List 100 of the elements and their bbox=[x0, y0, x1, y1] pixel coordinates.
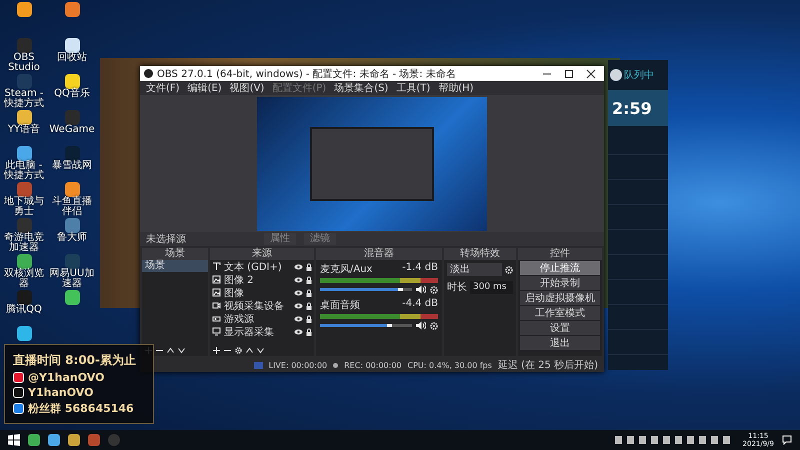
icon-label: 鲁大师 bbox=[56, 233, 88, 243]
source-item[interactable]: 游戏源 bbox=[224, 312, 291, 326]
transition-dropdown[interactable]: 淡出 bbox=[447, 263, 502, 276]
eye-icon[interactable] bbox=[294, 328, 303, 334]
channel-name: 麦克风/Aux bbox=[320, 262, 372, 276]
eye-icon[interactable] bbox=[294, 276, 303, 282]
app-icon[interactable] bbox=[16, 146, 32, 161]
notification-icon[interactable] bbox=[782, 435, 792, 445]
overlay-text: 粉丝群 568645146 bbox=[28, 401, 134, 416]
control-button[interactable]: 退出 bbox=[520, 336, 600, 350]
source-item[interactable]: 文本 (GDI+) bbox=[224, 260, 291, 274]
scene-item[interactable]: 场景 bbox=[142, 260, 208, 272]
app-icon[interactable] bbox=[64, 2, 80, 17]
control-button[interactable]: 工作室模式 bbox=[520, 306, 600, 320]
icon-label: 斗鱼直播伴侣 bbox=[51, 197, 93, 217]
settings-icon[interactable] bbox=[235, 346, 242, 354]
app-icon[interactable] bbox=[64, 38, 80, 53]
icon-label: OBS Studio bbox=[7, 53, 41, 73]
window-title: OBS 27.0.1 (64-bit, windows) - 配置文件: 未命名 - 场景: 未命名 bbox=[157, 68, 457, 80]
menu-item[interactable]: 帮助(H) bbox=[438, 81, 474, 95]
icon-label: YY语音 bbox=[6, 125, 42, 135]
social-icon bbox=[13, 387, 24, 398]
selection-label: 未选择源 bbox=[146, 232, 187, 246]
move-down-icon[interactable] bbox=[178, 346, 185, 354]
settings-icon[interactable] bbox=[505, 266, 513, 274]
source-item[interactable]: 视频采集设备 bbox=[224, 298, 291, 312]
eye-icon[interactable] bbox=[294, 290, 303, 296]
countdown-timer: 2:59 bbox=[612, 98, 652, 118]
app-icon[interactable] bbox=[16, 326, 32, 341]
app-icon[interactable] bbox=[64, 290, 80, 305]
duration-field[interactable]: 300 ms bbox=[470, 280, 513, 294]
start-icon[interactable] bbox=[8, 434, 20, 446]
app-icon[interactable] bbox=[16, 2, 32, 17]
panel-title: 转场特效 bbox=[444, 248, 516, 260]
source-type-icon bbox=[212, 288, 221, 297]
icon-label: QQ音乐 bbox=[53, 89, 91, 99]
app-icon[interactable] bbox=[16, 182, 32, 197]
app-icon[interactable] bbox=[64, 74, 80, 89]
menu-item[interactable]: 文件(F) bbox=[146, 81, 180, 95]
reconnect-status: 延迟 (在 25 秒后开始) bbox=[498, 358, 598, 372]
live-status-icon bbox=[254, 362, 263, 368]
eye-icon[interactable] bbox=[294, 264, 303, 270]
move-up-icon[interactable] bbox=[167, 346, 174, 354]
menu-item[interactable]: 场景集合(S) bbox=[334, 81, 388, 95]
lock-icon[interactable] bbox=[306, 314, 312, 322]
control-button[interactable]: 开始录制 bbox=[520, 276, 600, 290]
app-icon[interactable] bbox=[48, 434, 60, 446]
live-time: LIVE: 00:00:00 bbox=[268, 360, 328, 370]
move-up-icon[interactable] bbox=[246, 346, 253, 354]
app-icon[interactable] bbox=[16, 254, 32, 269]
panel-title: 来源 bbox=[210, 248, 314, 260]
add-icon[interactable] bbox=[213, 346, 220, 354]
settings-icon[interactable] bbox=[430, 286, 438, 294]
duration-label: 时长 bbox=[447, 280, 467, 294]
browser-icon[interactable] bbox=[28, 434, 40, 446]
lock-icon[interactable] bbox=[306, 302, 312, 310]
menu-item[interactable]: 工具(T) bbox=[396, 81, 430, 95]
panel-title: 场景 bbox=[142, 248, 208, 260]
panel-title: 控件 bbox=[518, 248, 602, 260]
source-item[interactable]: 图像 bbox=[224, 286, 291, 300]
icon-label: 暴雪战网 bbox=[51, 161, 93, 171]
icon-label: 奇游电竞加速器 bbox=[3, 233, 45, 253]
lock-icon[interactable] bbox=[306, 276, 312, 284]
eye-icon[interactable] bbox=[294, 316, 303, 322]
source-type-icon bbox=[212, 275, 221, 284]
icon-label: 网易UU加速器 bbox=[48, 269, 96, 289]
queue-status: 队列中 bbox=[624, 68, 654, 82]
source-item[interactable]: 显示器采集 bbox=[224, 324, 291, 338]
app-icon[interactable] bbox=[16, 290, 32, 305]
volume-slider[interactable] bbox=[320, 324, 412, 327]
source-item[interactable]: 图像 2 bbox=[224, 272, 291, 286]
app-icon[interactable] bbox=[64, 182, 80, 197]
avatar-icon bbox=[610, 69, 622, 81]
lock-icon[interactable] bbox=[306, 328, 312, 336]
source-type-icon bbox=[212, 314, 221, 323]
control-button[interactable]: 停止推流 bbox=[520, 261, 600, 275]
speaker-icon[interactable] bbox=[416, 285, 426, 294]
icon-label: 双核浏览器 bbox=[3, 269, 45, 289]
move-down-icon[interactable] bbox=[257, 346, 264, 354]
control-button[interactable]: 设置 bbox=[520, 321, 600, 335]
eye-icon[interactable] bbox=[294, 302, 303, 308]
source-type-icon bbox=[212, 327, 221, 336]
source-type-icon bbox=[212, 301, 221, 310]
volume-reading: -1.4 dB bbox=[402, 262, 438, 275]
lock-icon[interactable] bbox=[306, 262, 312, 270]
channel-name: 桌面音频 bbox=[320, 298, 360, 312]
control-button[interactable]: 启动虚拟摄像机 bbox=[520, 291, 600, 305]
icon-label: WeGame bbox=[48, 125, 96, 135]
lock-icon[interactable] bbox=[306, 288, 312, 296]
overlay-text: Y1hanOVO bbox=[28, 386, 94, 399]
speaker-icon[interactable] bbox=[416, 321, 426, 330]
menu-item[interactable]: 编辑(E) bbox=[188, 81, 222, 95]
app-icon[interactable] bbox=[64, 146, 80, 161]
icon-label: 地下城与勇士 bbox=[3, 197, 45, 217]
app-icon[interactable] bbox=[16, 110, 32, 125]
source-type-icon bbox=[212, 262, 221, 271]
social-icon bbox=[13, 403, 24, 414]
settings-icon[interactable] bbox=[430, 322, 438, 330]
app-icon[interactable] bbox=[68, 434, 80, 446]
menu-item[interactable]: 视图(V) bbox=[230, 81, 264, 95]
